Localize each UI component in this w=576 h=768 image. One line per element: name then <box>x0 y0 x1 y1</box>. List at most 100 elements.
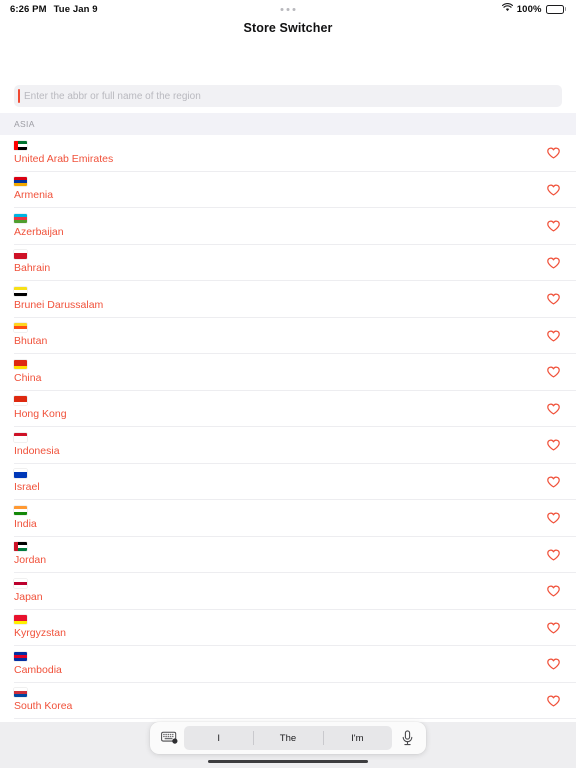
row-content: Cambodia <box>14 651 62 677</box>
status-bar-right: 100% <box>501 3 566 15</box>
flag-icon-wrapper <box>14 250 50 261</box>
favorite-heart-icon[interactable] <box>544 144 562 162</box>
status-bar-left: 6:26 PM Tue Jan 9 <box>10 4 98 15</box>
table-row[interactable]: Kyrgyzstan <box>0 609 576 646</box>
row-content: United Arab Emirates <box>14 140 114 166</box>
search-input[interactable] <box>14 85 562 107</box>
region-name: Japan <box>14 590 43 603</box>
region-name: Cambodia <box>14 663 62 676</box>
row-content: Kyrgyzstan <box>14 615 66 640</box>
flag-icon <box>14 615 27 625</box>
favorite-heart-icon[interactable] <box>544 254 562 272</box>
row-content: Brunei Darussalam <box>14 286 104 312</box>
table-row[interactable]: Bhutan <box>0 317 576 354</box>
row-content: Jordan <box>14 542 46 567</box>
region-name: Bahrain <box>14 262 51 275</box>
flag-icon <box>14 250 27 260</box>
prediction-list[interactable]: I The I'm <box>184 726 392 750</box>
table-row[interactable]: Japan <box>0 573 576 610</box>
wifi-icon <box>501 3 513 15</box>
battery-percent: 100% <box>516 3 542 15</box>
section-header-asia: ASIA <box>0 113 576 135</box>
favorite-heart-icon[interactable] <box>544 619 562 637</box>
region-name: United Arab Emirates <box>14 152 114 165</box>
table-row[interactable]: Hong Kong <box>0 390 576 427</box>
favorite-heart-icon[interactable] <box>544 327 562 345</box>
favorite-heart-icon[interactable] <box>544 290 562 308</box>
region-name: Brunei Darussalam <box>14 298 104 311</box>
microphone-icon[interactable] <box>394 726 420 750</box>
table-row[interactable]: Armenia <box>0 171 576 208</box>
row-content: China <box>14 359 42 385</box>
ipad-screen: 6:26 PM Tue Jan 9 100% Store Switcher En… <box>0 0 576 768</box>
prediction-candidate[interactable]: The <box>253 726 322 750</box>
flag-icon <box>14 286 27 296</box>
flag-icon-wrapper <box>14 578 43 590</box>
flag-icon-wrapper <box>14 651 62 663</box>
row-content: India <box>14 505 37 531</box>
flag-icon <box>14 505 27 515</box>
flag-icon <box>14 140 27 150</box>
flag-icon <box>14 432 27 442</box>
keyboard-prediction-bar[interactable]: I The I'm <box>150 722 426 754</box>
favorite-heart-icon[interactable] <box>544 655 562 673</box>
region-name: China <box>14 371 42 384</box>
table-row[interactable]: Bahrain <box>0 244 576 281</box>
row-content: Indonesia <box>14 432 60 458</box>
keyboard-dismiss-icon[interactable] <box>156 726 182 750</box>
region-name: Hong Kong <box>14 408 67 421</box>
table-row[interactable]: Cambodia <box>0 646 576 683</box>
region-name: Jordan <box>14 554 47 567</box>
flag-icon-wrapper <box>14 505 37 517</box>
favorite-heart-icon[interactable] <box>544 546 562 564</box>
flag-icon <box>14 359 27 369</box>
home-indicator[interactable] <box>208 759 368 763</box>
flag-icon-wrapper <box>14 396 67 407</box>
row-content: Israel <box>14 469 40 494</box>
prediction-candidate[interactable]: I <box>184 726 253 750</box>
table-row[interactable]: Jordan <box>0 536 576 573</box>
page-title: Store Switcher <box>243 21 333 35</box>
region-list[interactable]: ASIA United Arab Emirates Armenia Azerbaij… <box>0 113 576 768</box>
flag-icon-wrapper <box>14 140 113 152</box>
multitasking-dots-icon[interactable] <box>280 8 296 11</box>
row-content: Japan <box>14 578 43 604</box>
region-name: Kyrgyzstan <box>14 627 66 640</box>
favorite-heart-icon[interactable] <box>544 217 562 235</box>
prediction-candidate[interactable]: I'm <box>322 726 392 750</box>
row-content: Bahrain <box>14 250 50 275</box>
table-row[interactable]: China <box>0 354 576 391</box>
status-date: Tue Jan 9 <box>53 3 98 15</box>
favorite-heart-icon[interactable] <box>544 181 562 199</box>
favorite-heart-icon[interactable] <box>544 436 562 454</box>
favorite-heart-icon[interactable] <box>544 509 562 527</box>
table-row[interactable]: Israel <box>0 463 576 500</box>
favorite-heart-icon[interactable] <box>544 400 562 418</box>
table-row[interactable]: Azerbaijan <box>0 208 576 245</box>
flag-icon-wrapper <box>14 359 41 371</box>
table-row[interactable]: South Korea <box>0 682 576 719</box>
region-name: Indonesia <box>14 444 60 457</box>
favorite-heart-icon[interactable] <box>544 473 562 491</box>
row-content: Bhutan <box>14 323 47 348</box>
table-row[interactable]: India <box>0 500 576 537</box>
region-rows: United Arab Emirates Armenia Azerbaijan Bah… <box>0 135 576 756</box>
flag-icon-wrapper <box>14 542 46 553</box>
search-field-wrapper[interactable] <box>14 85 562 107</box>
text-caret <box>18 89 20 103</box>
flag-icon-wrapper <box>14 286 103 298</box>
table-row[interactable]: Brunei Darussalam <box>0 281 576 318</box>
favorite-heart-icon[interactable] <box>544 582 562 600</box>
flag-icon <box>14 469 27 479</box>
flag-icon <box>14 542 27 552</box>
flag-icon <box>14 396 27 406</box>
table-row[interactable]: Indonesia <box>0 427 576 464</box>
region-name: Israel <box>14 481 40 494</box>
flag-icon <box>14 323 27 333</box>
favorite-heart-icon[interactable] <box>544 692 562 710</box>
flag-icon-wrapper <box>14 177 53 188</box>
favorite-heart-icon[interactable] <box>544 363 562 381</box>
flag-icon-wrapper <box>14 213 64 225</box>
table-row[interactable]: United Arab Emirates <box>0 135 576 172</box>
flag-icon-wrapper <box>14 688 72 699</box>
